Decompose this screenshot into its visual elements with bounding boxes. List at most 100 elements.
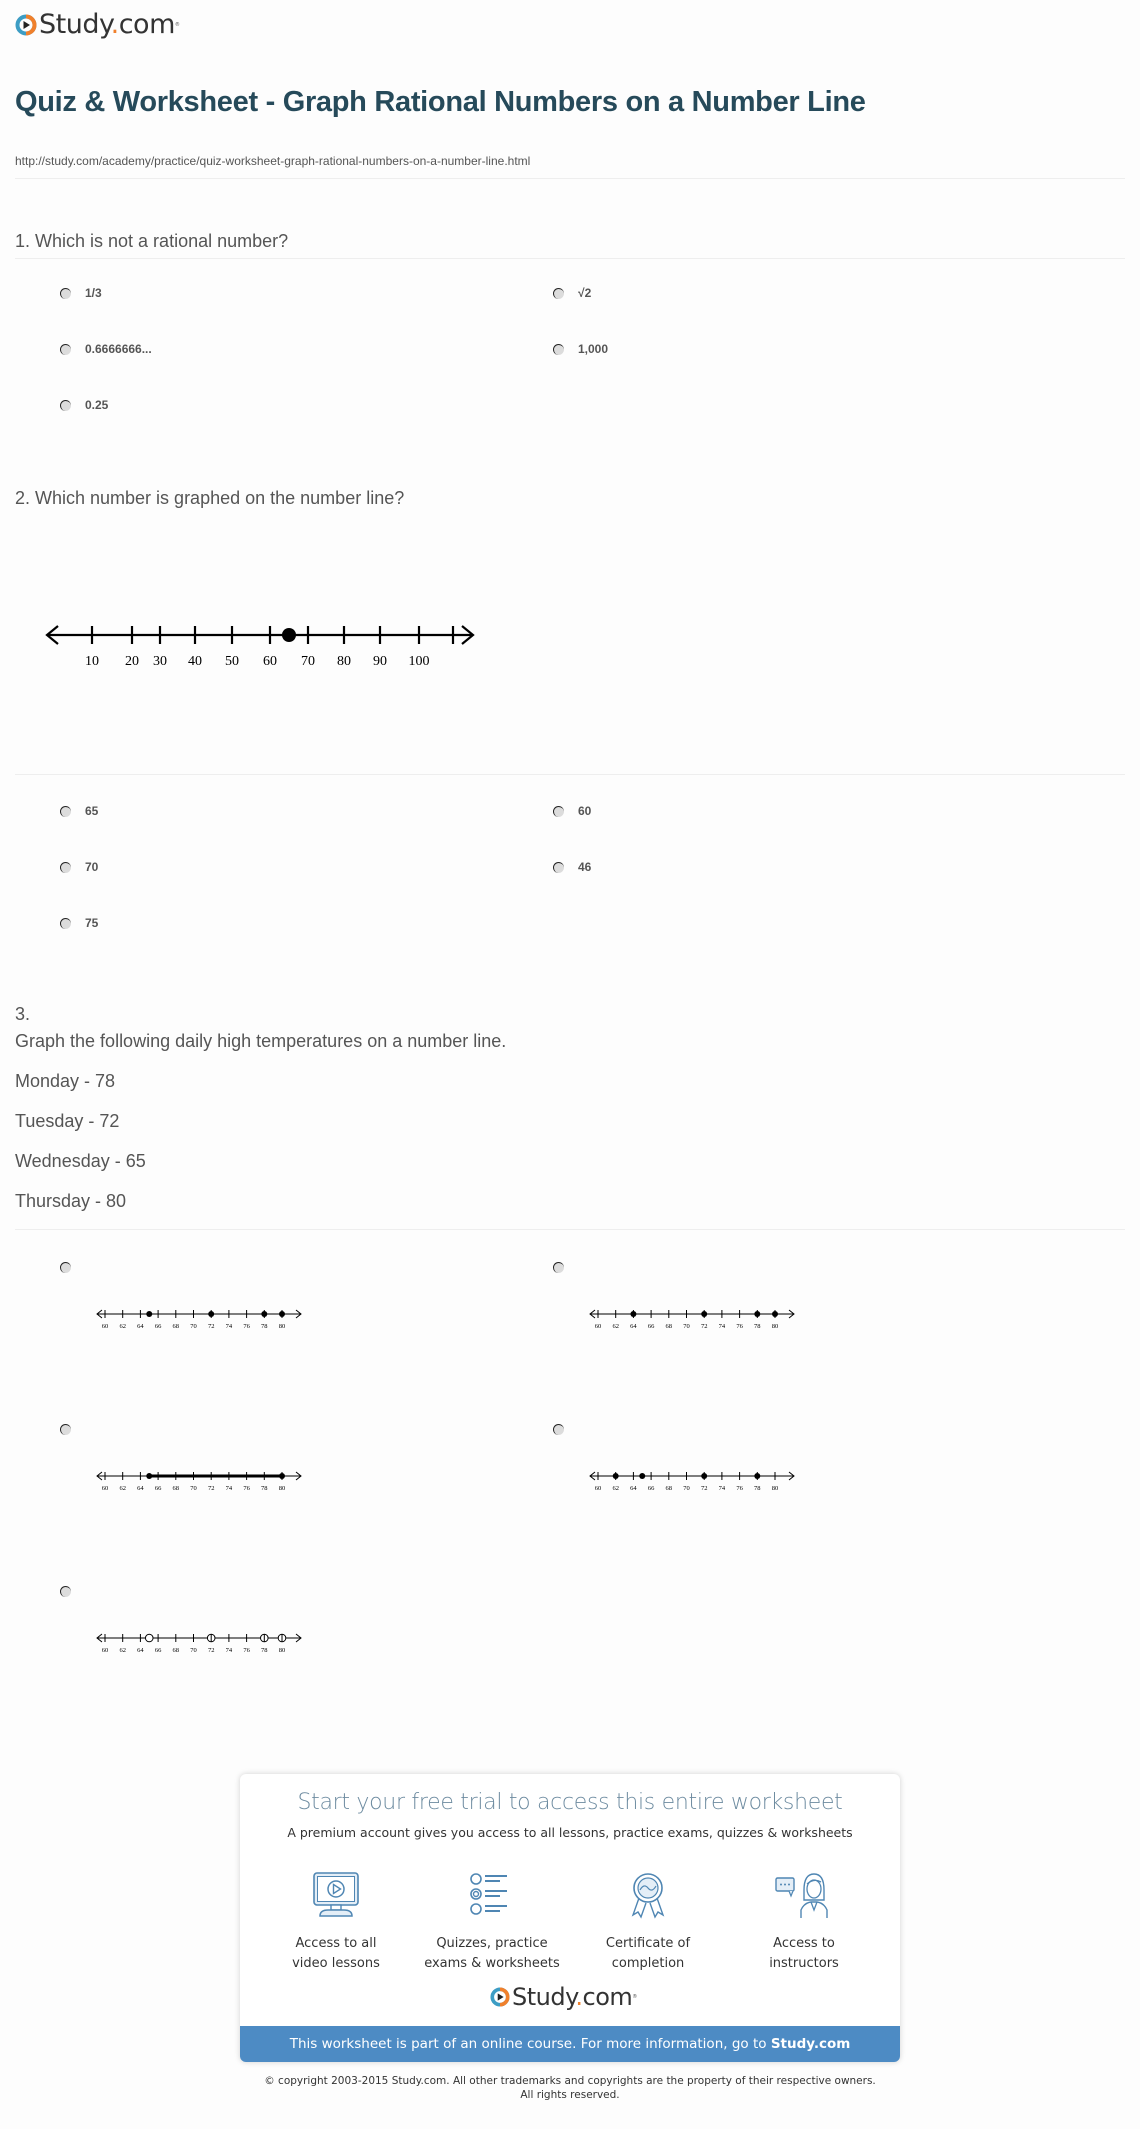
graphed-point: [701, 1311, 708, 1317]
tick-label: 76: [736, 1323, 743, 1330]
tick-label: 80: [337, 654, 351, 669]
graphed-point: [282, 628, 296, 642]
online-course-banner[interactable]: This worksheet is part of an online cour…: [240, 2026, 900, 2062]
q3-option-a-radio[interactable]: [60, 1262, 71, 1273]
q2-option-b[interactable]: 60: [553, 804, 591, 818]
feature-video-lessons: Access to all video lessons: [266, 1870, 406, 1974]
radio-button[interactable]: [553, 287, 564, 299]
q2-option-d[interactable]: 46: [553, 860, 591, 874]
tick-label: 64: [137, 1485, 144, 1492]
q1-option-b[interactable]: √2: [553, 286, 591, 300]
tick-label: 80: [279, 1647, 286, 1654]
temperature-line: Wednesday - 65: [15, 1151, 146, 1171]
copyright-notice: © copyright 2003-2015 Study.com. All oth…: [264, 2075, 876, 2101]
question-3-number: 3.: [15, 1004, 31, 1024]
q2-option-a[interactable]: 65: [60, 804, 98, 818]
tick-label: 70: [190, 1485, 197, 1492]
tick-label: 74: [226, 1485, 233, 1492]
tick-label: 76: [736, 1485, 743, 1492]
tick-label: 60: [595, 1485, 602, 1492]
tick-label: 66: [155, 1323, 162, 1330]
study-logo[interactable]: Study.com®: [15, 9, 180, 40]
radio-button[interactable]: [60, 287, 71, 299]
radio-button[interactable]: [60, 917, 71, 929]
tick-label: 80: [772, 1323, 779, 1330]
q1-option-e[interactable]: 0.25: [60, 398, 108, 412]
promo-title[interactable]: Start your free trial to access this ent…: [240, 1790, 900, 1815]
tick-label: 50: [225, 654, 239, 669]
q3-option-e-radio[interactable]: [60, 1586, 71, 1597]
tick-label: 66: [648, 1485, 655, 1492]
study-link[interactable]: Study.com: [771, 2036, 850, 2052]
tick-label: 62: [612, 1485, 619, 1492]
tick-label: 68: [173, 1647, 180, 1654]
tick-label: 78: [261, 1647, 268, 1654]
radio-button[interactable]: [553, 343, 564, 355]
radio-button[interactable]: [60, 399, 71, 411]
tick-label: 80: [279, 1323, 286, 1330]
tick-label: 64: [137, 1323, 144, 1330]
tick-label: 60: [595, 1323, 602, 1330]
tick-label: 68: [666, 1485, 673, 1492]
q2-number-line-figure: 10 20 30 40 50 60 70 80 90 100: [45, 625, 475, 669]
q1-option-a[interactable]: 1/3: [60, 286, 102, 300]
page-url: http://study.com/academy/practice/quiz-w…: [15, 154, 531, 168]
q3-option-e-number-line: 60 62 64 66 68 70 72 74 76 78 80: [96, 1633, 302, 1654]
tick-label: 64: [137, 1647, 144, 1654]
tick-label: 78: [261, 1323, 268, 1330]
graphed-point: [754, 1473, 761, 1479]
graphed-point: [146, 1473, 153, 1479]
tick-label: 64: [630, 1485, 637, 1492]
radio-button[interactable]: [553, 805, 564, 817]
open-point: [144, 1633, 154, 1643]
q3-option-d-number-line: 60 62 64 66 68 70 72 74 76 78 80: [589, 1471, 795, 1492]
graphed-point: [279, 1473, 285, 1479]
q1-option-c[interactable]: 0.6666666...: [60, 342, 152, 356]
q3-option-b-number-line: 60 62 64 66 68 70 72 74 76 78 80: [589, 1309, 795, 1330]
q1-option-d[interactable]: 1,000: [553, 342, 608, 356]
tick-label: 76: [243, 1323, 250, 1330]
logo-wordmark: Study.com®: [39, 9, 180, 40]
tick-label: 60: [102, 1485, 109, 1492]
tick-label: 72: [701, 1485, 708, 1492]
tick-label: 72: [701, 1323, 708, 1330]
promo-study-logo[interactable]: Study.com®: [490, 1984, 637, 2010]
tick-label: 70: [190, 1323, 197, 1330]
radio-button[interactable]: [60, 805, 71, 817]
graphed-point: [630, 1311, 637, 1317]
tick-label: 78: [261, 1485, 268, 1492]
tick-label: 70: [190, 1647, 197, 1654]
q2-option-e[interactable]: 75: [60, 916, 98, 930]
tick-label: 20: [125, 654, 139, 669]
graphed-point: [612, 1473, 619, 1479]
tick-label: 76: [243, 1485, 250, 1492]
tick-label: 64: [630, 1323, 637, 1330]
tick-label: 40: [188, 654, 202, 669]
feature-instructors: Access to instructors: [734, 1870, 874, 1974]
tick-label: 66: [155, 1485, 162, 1492]
tick-label: 80: [279, 1485, 286, 1492]
tick-label: 74: [719, 1485, 726, 1492]
tick-label: 72: [208, 1485, 215, 1492]
radio-button[interactable]: [60, 861, 71, 873]
promo-subtitle: A premium account gives you access to al…: [287, 1825, 853, 1840]
tick-label: 70: [301, 654, 315, 669]
q2-option-c[interactable]: 70: [60, 860, 98, 874]
q3-option-c-radio[interactable]: [60, 1424, 71, 1435]
q3-option-a-number-line: 60 62 64 66 68 70 72 74 76 78 80: [96, 1309, 302, 1330]
video-monitor-icon: [313, 1872, 359, 1917]
radio-button[interactable]: [553, 861, 564, 873]
q3-option-d-radio[interactable]: [553, 1424, 564, 1435]
temperature-line: Monday - 78: [15, 1071, 116, 1091]
tick-label: 60: [263, 654, 277, 669]
radio-button[interactable]: [60, 343, 71, 355]
feature-certificate: Certificate of completion: [578, 1870, 718, 1974]
q3-option-b-radio[interactable]: [553, 1262, 564, 1273]
page-title: Quiz & Worksheet - Graph Rational Number…: [15, 86, 866, 118]
tick-label: 90: [373, 654, 387, 669]
logo-wordmark: Study.com®: [512, 1983, 637, 2011]
tick-label: 62: [119, 1485, 126, 1492]
divider: [15, 258, 1125, 259]
temperature-line: Thursday - 80: [15, 1191, 127, 1211]
tick-label: 80: [772, 1485, 779, 1492]
